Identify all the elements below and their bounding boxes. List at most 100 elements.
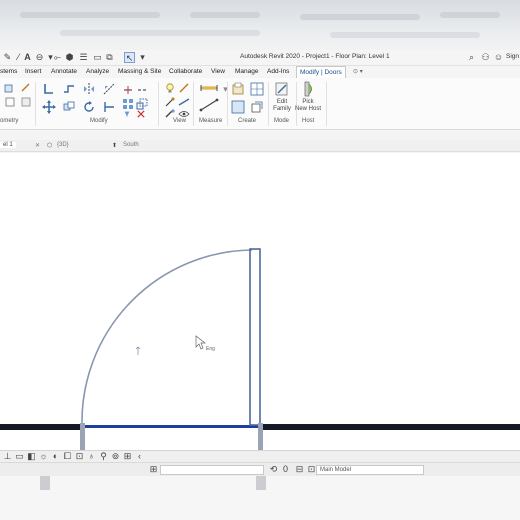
tab-insert[interactable]: Insert xyxy=(25,68,41,75)
create-parts-icon[interactable] xyxy=(250,82,264,96)
workset-icon[interactable]: ⊞ xyxy=(148,464,159,475)
delete-icon[interactable] xyxy=(136,110,146,118)
switch-windows-icon[interactable]: ⧉ xyxy=(104,52,115,63)
view-tab-level-1[interactable]: el 1 xyxy=(0,142,16,148)
tab-collaborate[interactable]: Collaborate xyxy=(169,68,202,75)
close-tab-icon[interactable]: ✕ xyxy=(35,142,40,149)
mirror-axis-icon[interactable] xyxy=(82,82,96,96)
split-gap-icon[interactable] xyxy=(136,84,148,96)
design-options-icon[interactable]: ⊟ xyxy=(294,464,305,475)
reveal-hidden-icon[interactable]: ⊚ xyxy=(110,451,121,462)
list-icon[interactable]: ☰ xyxy=(78,52,89,63)
pin-icon[interactable] xyxy=(122,110,132,118)
join-geometry-icon[interactable] xyxy=(4,82,16,94)
create-assembly-icon[interactable] xyxy=(231,82,245,96)
cut-geometry-icon[interactable] xyxy=(4,96,16,108)
tab-analyze[interactable]: Analyze xyxy=(86,68,109,75)
tab-annotate[interactable]: Annotate xyxy=(51,68,77,75)
section-icon[interactable]: ⊖ xyxy=(34,52,45,63)
group-label-measure: Measure xyxy=(199,118,223,124)
hide-element-icon[interactable] xyxy=(178,82,190,94)
create-group-icon[interactable] xyxy=(231,100,245,114)
user-icon[interactable]: ☺ xyxy=(493,52,504,63)
array-icon[interactable] xyxy=(122,98,134,110)
tab-add-ins[interactable]: Add-Ins xyxy=(267,68,289,75)
door-opening-selection[interactable] xyxy=(82,425,262,428)
window-title: Autodesk Revit 2020 - Project1 - Floor P… xyxy=(240,53,390,60)
door-jamb-right xyxy=(258,423,263,451)
select-pointer-icon[interactable]: ↖ xyxy=(124,52,135,63)
view-control-bar: ⊥ ▭ ◧ ☼ ◐ ⧠ ⊡ ♁ ⚲ ⊚ ⊞ ‹ xyxy=(0,450,520,462)
measure-between-icon[interactable] xyxy=(199,82,219,94)
search-icon[interactable]: ⌕ xyxy=(466,52,477,63)
door-panel[interactable] xyxy=(249,248,261,426)
temporary-hide-icon[interactable]: ⚲ xyxy=(98,451,109,462)
tab-options-icon[interactable]: ⊙ ▾ xyxy=(353,68,363,75)
workset-dropdown[interactable] xyxy=(160,465,264,475)
sign-in-link[interactable]: Sign xyxy=(506,53,519,60)
aligned-dimension-icon[interactable] xyxy=(199,98,219,112)
offset-icon[interactable] xyxy=(62,82,76,96)
group-label-geometry: ometry xyxy=(0,118,19,124)
mirror-draw-icon[interactable] xyxy=(102,82,116,96)
pencil-icon[interactable]: ✎ xyxy=(2,52,13,63)
flip-control-icon[interactable] xyxy=(135,346,141,355)
analytical-model-icon[interactable]: ⊞ xyxy=(122,451,133,462)
sun-path-icon[interactable]: ☼ xyxy=(38,451,49,462)
light-bulb-icon[interactable] xyxy=(164,82,176,94)
elevation-icon: ⬆ xyxy=(112,143,118,149)
text-icon[interactable]: A xyxy=(22,52,33,63)
split-face-icon[interactable] xyxy=(20,96,32,108)
measure-dropdown-icon[interactable]: ▾ xyxy=(220,84,231,95)
visual-style-icon[interactable]: ◧ xyxy=(26,451,37,462)
view-tab-south[interactable]: South xyxy=(123,142,139,148)
ribbon-separator xyxy=(193,82,194,126)
customize-icon[interactable]: ▾ xyxy=(137,52,148,63)
blurred-header-strip xyxy=(0,0,520,50)
override-graphics-icon[interactable] xyxy=(164,96,176,108)
pick-new-host-icon[interactable] xyxy=(300,81,316,97)
paint-icon[interactable] xyxy=(20,82,32,94)
background-area xyxy=(0,476,520,520)
tab-systems[interactable]: stems xyxy=(0,68,17,75)
tab-modify-doors[interactable]: Modify | Doors xyxy=(296,66,346,78)
scale-icon[interactable]: ⊥ xyxy=(2,451,13,462)
copy-icon[interactable] xyxy=(62,100,76,114)
pick-new-host-button[interactable]: Pick New Host xyxy=(292,99,324,113)
view-tab-3d[interactable]: {3D} xyxy=(57,142,69,148)
pick-new-host-label-line1: Pick xyxy=(302,99,314,105)
design-option-dropdown[interactable]: Main Model xyxy=(316,465,424,475)
rotate-icon[interactable] xyxy=(82,100,96,114)
drawing-area[interactable]: Eng xyxy=(0,153,520,451)
binoculars-icon[interactable]: ⚇ xyxy=(480,52,491,63)
create-similar-icon[interactable] xyxy=(250,100,264,114)
tag-icon[interactable]: ⟜ xyxy=(52,52,63,63)
move-icon[interactable] xyxy=(42,100,56,114)
crop-view-icon[interactable]: ⧠ xyxy=(62,451,73,462)
edit-family-icon[interactable] xyxy=(274,81,290,97)
door-swing-arc[interactable] xyxy=(81,249,253,426)
group-label-modify: Modify xyxy=(90,118,108,124)
shadows-icon[interactable]: ◐ xyxy=(50,451,61,462)
trim-extend-icon[interactable] xyxy=(102,100,116,114)
wall-left-segment[interactable] xyxy=(0,424,82,430)
tab-manage[interactable]: Manage xyxy=(235,68,259,75)
linework-icon[interactable] xyxy=(178,96,190,108)
ribbon-separator xyxy=(158,82,159,126)
3d-icon[interactable]: ⬢ xyxy=(64,52,75,63)
title-bar: ✎ ⁄ A ⊖ ▾ ⟜ ⬢ ☰ ▭ ⧉ ↖ ▾ Autodesk Revit 2… xyxy=(0,50,520,66)
split-element-icon[interactable] xyxy=(122,84,134,96)
lock-view-icon[interactable]: ♁ xyxy=(86,451,97,462)
align-icon[interactable] xyxy=(42,82,56,96)
scale-icon[interactable] xyxy=(136,98,148,110)
highlight-icon[interactable]: ‹ xyxy=(134,451,145,462)
tab-massing-site[interactable]: Massing & Site xyxy=(118,68,161,75)
detail-level-icon[interactable]: ▭ xyxy=(14,451,25,462)
ribbon-separator xyxy=(227,82,228,126)
show-crop-icon[interactable]: ⊡ xyxy=(74,451,85,462)
editable-only-icon[interactable]: ⟲ xyxy=(268,464,279,475)
wall-right-segment[interactable] xyxy=(262,424,520,430)
window-icon[interactable]: ▭ xyxy=(92,52,103,63)
zero-count: 0 xyxy=(282,464,288,474)
tab-view[interactable]: View xyxy=(211,68,225,75)
